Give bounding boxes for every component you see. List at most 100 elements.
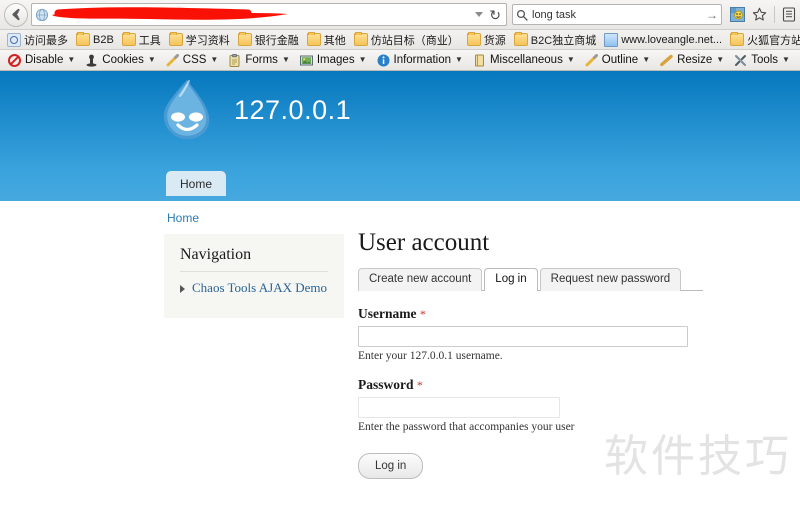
devtool-label: Tools [751,54,779,66]
sidebar-item-label[interactable]: Chaos Tools AJAX Demo [192,280,327,295]
bookmark-item[interactable]: 工具 [118,32,165,48]
tools-icon [735,54,747,66]
devtool-label: Disable [25,54,64,66]
folder-icon [306,32,321,46]
bookmark-item[interactable]: 货源 [463,32,510,48]
outline-icon [585,53,598,66]
tab-request-new-password[interactable]: Request new password [539,268,682,291]
extension-icon[interactable] [730,7,745,22]
devtool-label: Information [393,54,452,66]
main-menu-bar: Home [0,171,800,201]
devtool-miscellaneous[interactable]: Miscellaneous ▼ [468,54,580,67]
search-bar[interactable]: long task → [512,4,722,25]
bookmark-item[interactable]: 仿站目标（商业） [350,32,463,48]
bookmark-item[interactable]: 火狐官方站点 [726,32,800,48]
url-redaction-scribble [52,7,288,20]
page-viewport: 127.0.0.1 Home Home Navigation Chaos Too… [0,71,800,516]
reload-icon[interactable]: ↻ [489,8,501,22]
chevron-down-icon: ▼ [281,55,290,64]
breadcrumb-item-home[interactable]: Home [167,211,199,225]
bookmark-label: 银行金融 [254,34,299,47]
breadcrumb: Home [167,211,199,225]
sidebar-item-chaos-tools-ajax-demo[interactable]: Chaos Tools AJAX Demo [180,280,328,296]
bookmark-label: www.loveangle.net... [621,33,723,46]
globe-favicon-icon [35,8,49,21]
menu-item-home[interactable]: Home [166,171,227,196]
bookmark-item[interactable]: www.loveangle.net... [600,32,726,47]
site-branding[interactable]: 127.0.0.1 [158,79,351,141]
folder-icon [513,32,528,46]
page-title: User account [358,229,490,256]
password-label: Password * [358,377,778,393]
devtool-label: Images [316,54,355,66]
miscellaneous-icon [474,54,484,66]
bookmark-item[interactable]: 银行金融 [234,32,303,48]
toolbar-divider [774,6,775,23]
devtool-disable[interactable]: Disable ▼ [3,53,80,67]
search-go-icon[interactable]: → [703,8,718,22]
bookmark-item[interactable]: B2C独立商城 [510,32,600,48]
devtool-label: Cookies [102,54,144,66]
bookmark-label: 仿站目标（商业） [370,34,459,47]
chrome-action-icons [722,6,796,23]
sidebar-navigation-block: Navigation Chaos Tools AJAX Demo [164,234,344,318]
devtool-tools[interactable]: Tools ▼ [729,54,795,67]
folder-icon [353,32,368,46]
bookmark-item[interactable]: 其他 [303,32,350,48]
chevron-down-icon: ▼ [455,55,463,64]
tab-log-in[interactable]: Log in [484,268,538,291]
site-header: 127.0.0.1 [0,71,800,171]
bookmark-label: 学习资料 [185,34,230,47]
chevron-down-icon: ▼ [782,55,790,64]
back-button[interactable] [4,2,28,27]
resize-icon [660,54,673,66]
folder-icon [237,32,252,46]
browser-chrome: ↻ long task → 访问最多 B2B 工具 学习资料 银行金融 其他 仿… [0,0,800,71]
log-in-button[interactable]: Log in [358,453,424,479]
devtool-information[interactable]: Information ▼ [372,54,468,67]
username-input[interactable] [358,326,688,347]
username-description: Enter your 127.0.0.1 username. [358,350,503,362]
password-input[interactable] [358,397,560,418]
devtool-images[interactable]: Images ▼ [295,54,372,67]
url-bar[interactable]: ↻ [31,3,507,26]
devtool-label: Forms [245,54,278,66]
bookmark-star-icon[interactable] [752,7,767,22]
devtool-resize[interactable]: Resize ▼ [655,54,729,67]
library-icon[interactable] [782,7,796,22]
sidebar-block-title: Navigation [180,246,328,272]
site-name: 127.0.0.1 [234,94,352,125]
bookmark-label: 工具 [138,34,161,47]
bookmark-item[interactable]: B2B [72,32,118,46]
css-icon [166,53,179,66]
devtool-forms[interactable]: Forms ▼ [223,53,295,67]
devtool-label: CSS [182,54,207,66]
browser-nav-row: ↻ long task → [0,0,800,30]
chevron-down-icon: ▼ [716,55,725,64]
url-dropdown-icon[interactable] [475,12,484,17]
bookmark-item[interactable]: 访问最多 [3,32,72,48]
folder-icon [168,32,183,46]
username-label: Username * [358,306,778,322]
sidebar-menu-list: Chaos Tools AJAX Demo [180,280,328,296]
drupal-logo-icon [163,80,210,140]
devtool-label: Outline [601,54,639,66]
bookmarks-bar: 访问最多 B2B 工具 学习资料 银行金融 其他 仿站目标（商业） 货源 B2C… [0,30,800,50]
username-form-item: Username * Enter your 127.0.0.1 username… [358,306,778,362]
account-tabs: Create new account Log in Request new pa… [358,268,703,291]
devtool-cookies[interactable]: Cookies ▼ [80,54,160,67]
bookmark-label: B2B [93,33,114,46]
firefox-bookmark-icon [7,32,21,47]
search-input[interactable]: long task [532,9,703,21]
password-label-text: Password [358,377,414,392]
site-icon [604,32,619,47]
chevron-down-icon: ▼ [566,55,575,64]
page-body: Home Navigation Chaos Tools AJAX Demo Us… [0,201,800,516]
images-icon [299,55,313,65]
devtool-outline[interactable]: Outline ▼ [580,53,655,67]
search-icon [516,9,528,21]
bookmark-item[interactable]: 学习资料 [165,32,234,48]
devtool-view-source[interactable]: View Source ▼ [795,54,800,67]
devtool-css[interactable]: CSS ▼ [161,53,224,67]
tab-create-new-account[interactable]: Create new account [358,268,483,291]
